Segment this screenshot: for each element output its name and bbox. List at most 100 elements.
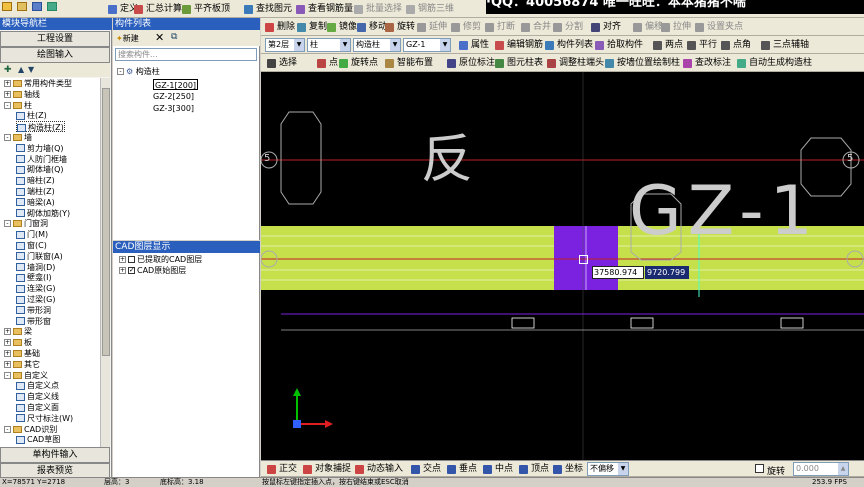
summary-calc-button[interactable]: 汇总计算: [134, 2, 182, 16]
edit-tool-button[interactable]: 旋转: [385, 20, 415, 34]
module-tree-item[interactable]: 人防门框墙: [16, 154, 67, 165]
view-rebar-button[interactable]: 查看钢筋量: [296, 2, 353, 16]
expand-icon[interactable]: +: [4, 350, 11, 357]
snap-toggle-button[interactable]: 垂点: [447, 462, 477, 476]
snap-toggle-button[interactable]: 顶点: [519, 462, 549, 476]
cad-layer-original[interactable]: + ✓ CAD原始图层: [119, 265, 186, 276]
module-tree-item[interactable]: - 自定义: [4, 370, 48, 381]
module-tree-item[interactable]: + 梁: [4, 326, 32, 337]
subtype-select[interactable]: 构造柱 ▼: [353, 38, 401, 52]
collapse-icon[interactable]: -: [4, 134, 11, 141]
edit-rebar-button[interactable]: 编辑钢筋: [495, 38, 543, 52]
draw-tool-button[interactable]: 选择: [267, 56, 297, 70]
draw-tool-button[interactable]: 智能布置: [385, 56, 433, 70]
component-list-button[interactable]: 构件列表: [545, 38, 593, 52]
module-tree-item[interactable]: - CAD识别: [4, 424, 57, 435]
module-tree-item[interactable]: 门(M): [16, 229, 48, 240]
new-component-button[interactable]: ✦新建: [116, 33, 139, 44]
module-tree-item[interactable]: 构造柱(Z): [16, 121, 65, 133]
add-icon[interactable]: ✚: [4, 65, 12, 75]
module-tree-item[interactable]: 门联窗(A): [16, 251, 63, 262]
module-tree-item[interactable]: + 常用构件类型: [4, 78, 72, 89]
edit-tool-button[interactable]: 设置夹点: [695, 20, 743, 34]
edit-tool-button[interactable]: 分割: [553, 20, 583, 34]
edit-tool-button[interactable]: 删除: [265, 20, 295, 34]
module-tree-item[interactable]: 窗(C): [16, 240, 47, 251]
expand-icon[interactable]: +: [4, 339, 11, 347]
module-tree-item[interactable]: + 基础: [4, 348, 40, 359]
cad-canvas[interactable]: 反 GZ-1 5 5 37580.974 9720.799: [261, 72, 864, 460]
module-tree-item[interactable]: 自定义线: [16, 391, 59, 402]
parallel-button[interactable]: 平行: [687, 38, 717, 52]
module-tree-item[interactable]: 砌体墙(Q): [16, 164, 64, 175]
module-tree-item[interactable]: 砌体加筋(Y): [16, 208, 70, 219]
edit-tool-button[interactable]: 打断: [485, 20, 515, 34]
component-item-gz1[interactable]: GZ-1[200]: [153, 79, 199, 90]
edit-tool-button[interactable]: 镜像: [327, 20, 357, 34]
delete-component-icon[interactable]: ✕: [155, 31, 164, 44]
draw-tool-button[interactable]: 图元柱表: [495, 56, 543, 70]
module-tree-item[interactable]: 自定义点: [16, 380, 59, 391]
name-select[interactable]: GZ-1 ▼: [403, 38, 451, 52]
drawing-input-button[interactable]: 绘图输入: [0, 47, 110, 63]
expand-icon[interactable]: +: [4, 360, 11, 368]
two-point-button[interactable]: 两点: [653, 38, 683, 52]
scroll-thumb[interactable]: [102, 88, 110, 356]
snap-toggle-button[interactable]: 对象捕捉: [303, 462, 351, 476]
expand-icon[interactable]: +: [4, 90, 11, 98]
properties-button[interactable]: 属性: [459, 38, 489, 52]
collapse-icon[interactable]: -: [4, 371, 11, 379]
snap-toggle-button[interactable]: 坐标: [553, 462, 583, 476]
project-settings-button[interactable]: 工程设置: [0, 31, 110, 47]
point-angle-button[interactable]: 点角: [721, 38, 751, 52]
rotate-value-input[interactable]: 0.000 ▲: [793, 462, 849, 476]
floor-select[interactable]: 第2层 ▼: [265, 38, 305, 52]
collapse-icon[interactable]: -: [4, 425, 11, 433]
module-tree-item[interactable]: 剪力墙(Q): [16, 143, 64, 154]
rebar-3d-button[interactable]: 钢筋三维: [406, 2, 454, 16]
offset-mode-select[interactable]: 不偏移 ▼: [587, 462, 629, 476]
copy-component-icon[interactable]: ⧉: [171, 32, 177, 42]
type-select[interactable]: 柱 ▼: [307, 38, 351, 52]
module-tree-item[interactable]: 带形洞: [16, 305, 51, 316]
checkbox[interactable]: [128, 256, 135, 263]
draw-tool-button[interactable]: 旋转点: [339, 56, 378, 70]
draw-tool-button[interactable]: 按墙位置绘制柱: [605, 56, 680, 70]
expand-icon[interactable]: +: [4, 328, 11, 336]
move-down-icon[interactable]: ▼: [28, 65, 34, 74]
find-element-button[interactable]: 查找图元: [244, 2, 292, 16]
module-tree-item[interactable]: -柱: [4, 100, 32, 111]
edit-tool-button[interactable]: 复制: [297, 20, 327, 34]
module-tree-item[interactable]: 带形窗: [16, 316, 51, 327]
module-tree-item[interactable]: CAD草图: [16, 434, 60, 445]
module-tree-item[interactable]: 壁龛(I): [16, 272, 52, 283]
module-tree-item[interactable]: 连梁(G): [16, 283, 55, 294]
module-tree-item[interactable]: -墙: [4, 132, 32, 143]
draw-tool-button[interactable]: 点: [317, 56, 338, 70]
coord-x-input[interactable]: 37580.974: [592, 266, 644, 279]
coord-y-input[interactable]: 9720.799: [645, 266, 689, 279]
collapse-icon[interactable]: -: [117, 68, 124, 75]
three-point-axis-button[interactable]: 三点辅轴: [761, 38, 809, 52]
snap-toggle-button[interactable]: 动态输入: [355, 462, 403, 476]
module-tree-item[interactable]: - 门窗洞: [4, 218, 48, 229]
snap-toggle-button[interactable]: 中点: [483, 462, 513, 476]
snap-toggle-button[interactable]: 交点: [411, 462, 441, 476]
single-component-button[interactable]: 单构件输入: [0, 447, 110, 463]
module-tree-item[interactable]: 墙洞(D): [16, 262, 55, 273]
draw-tool-button[interactable]: 自动生成构造柱: [737, 56, 812, 70]
edit-tool-button[interactable]: 移动: [357, 20, 387, 34]
module-tree-item[interactable]: 尺寸标注(W): [16, 413, 73, 424]
edit-tool-button[interactable]: 修剪: [451, 20, 481, 34]
move-up-icon[interactable]: ▲: [18, 65, 24, 74]
draw-tool-button[interactable]: 调整柱端头: [547, 56, 604, 70]
rotate-checkbox[interactable]: [755, 464, 764, 473]
pick-component-button[interactable]: 拾取构件: [595, 38, 643, 52]
module-tree-item[interactable]: + 板: [4, 337, 32, 348]
collapse-icon[interactable]: -: [4, 101, 11, 109]
draw-tool-button[interactable]: 查改标注: [683, 56, 731, 70]
edit-tool-button[interactable]: 对齐: [591, 20, 621, 34]
module-tree-item[interactable]: + 其它: [4, 359, 40, 370]
edit-tool-button[interactable]: 偏移: [633, 20, 663, 34]
batch-select-button[interactable]: 批量选择: [354, 2, 402, 16]
